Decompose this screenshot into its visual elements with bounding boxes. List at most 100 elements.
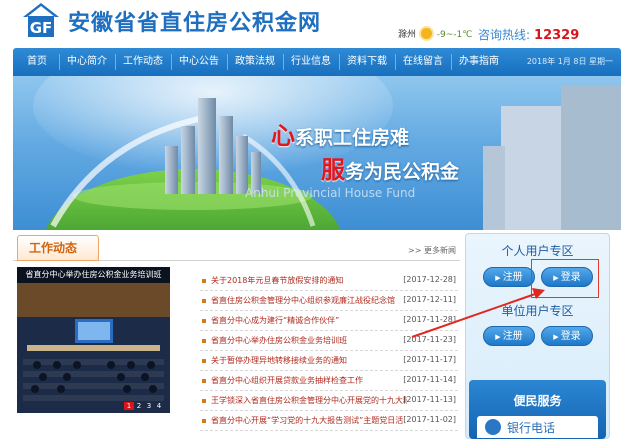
photo-page-4[interactable]: 4 xyxy=(154,402,164,410)
slogan-1-char: 心 xyxy=(271,121,295,150)
nav-item-notices[interactable]: 中心公告 xyxy=(173,48,225,76)
news-list: 关于2018年元旦春节放假安排的通知 [2017-12-28] 省直住房公积金管理… xyxy=(200,271,458,431)
news-item-title[interactable]: 省直分中心组织开展贷款业务抽样检查工作 xyxy=(211,375,407,386)
personal-zone-title: 个人用户专区 xyxy=(501,244,574,258)
nav-divider xyxy=(283,54,284,70)
bank-phone-label: 银行电话 xyxy=(507,421,556,435)
logo-icon[interactable]: GF xyxy=(22,2,60,38)
nav-item-downloads[interactable]: 资料下载 xyxy=(341,48,393,76)
arrow-right-icon: ▶ xyxy=(495,333,501,341)
weather-temp: -9~-1℃ xyxy=(436,30,473,40)
news-item[interactable]: 省直住房公积金管理分中心组织参观廉江战役纪念馆 [2017-12-11] xyxy=(200,291,458,311)
nav-item-industry[interactable]: 行业信息 xyxy=(285,48,337,76)
page: GF 安徽省省直住房公积金网 滁州 -9~-1℃ 咨询热线: 12329 首页 中… xyxy=(0,0,632,439)
bank-phone-link[interactable]: 银行电话 xyxy=(477,416,598,438)
unit-login-button[interactable]: ▶ 登录 xyxy=(541,326,593,346)
news-item[interactable]: 省直分中心组织开展贷款业务抽样检查工作 [2017-11-14] xyxy=(200,371,458,391)
news-item[interactable]: 省直分中心开展“学习党的十九大报告测试”主题党日活 [2017-11-02] xyxy=(200,411,458,431)
site-title: 安徽省省直住房公积金网 xyxy=(68,10,322,36)
bullet-icon xyxy=(202,359,206,363)
banner-artwork xyxy=(33,76,621,230)
news-section-title: 工作动态 xyxy=(29,241,78,255)
register-label: 注册 xyxy=(502,331,523,342)
news-item-title[interactable]: 关于暂停办理异地转移接续业务的通知 xyxy=(211,355,407,366)
weather-city: 滁州 xyxy=(398,30,417,40)
login-highlight-box xyxy=(531,259,599,298)
news-item-date: [2017-11-17] xyxy=(403,355,456,364)
nav-item-home[interactable]: 首页 xyxy=(17,48,57,76)
slogan-1-text: 系职工住房难 xyxy=(295,127,410,149)
news-item[interactable]: 关于暂停办理异地转移接续业务的通知 [2017-11-17] xyxy=(200,351,458,371)
phone-icon xyxy=(485,419,501,435)
nav-divider xyxy=(115,54,116,70)
nav-item-guide[interactable]: 办事指南 xyxy=(453,48,505,76)
news-item-title[interactable]: 省直分中心成为建行“精诚合作伙伴” xyxy=(211,315,407,326)
banner-slogan-2: 服务为民公积金 xyxy=(321,150,459,185)
hotline-label: 咨询热线: xyxy=(478,28,531,42)
news-item-title[interactable]: 关于2018年元旦春节放假安排的通知 xyxy=(211,275,407,286)
personal-register-button[interactable]: ▶ 注册 xyxy=(483,267,535,287)
bullet-icon xyxy=(202,419,206,423)
main-nav: 首页 中心简介 工作动态 中心公告 政策法规 行业信息 资料下载 在线留言 办事… xyxy=(13,48,621,76)
news-item-date: [2017-11-14] xyxy=(403,375,456,384)
bullet-icon xyxy=(202,339,206,343)
banner-slogan-1: 心系职工住房难 xyxy=(271,116,409,151)
photo-page-1[interactable]: 1 xyxy=(124,402,134,410)
arrow-right-icon: ▶ xyxy=(553,333,559,341)
nav-divider xyxy=(451,54,452,70)
nav-divider xyxy=(171,54,172,70)
photo-page-2[interactable]: 2 xyxy=(134,402,144,410)
bullet-icon xyxy=(202,379,206,383)
photo-page-3[interactable]: 3 xyxy=(144,402,154,410)
news-item-title[interactable]: 省直分中心开展“学习党的十九大报告测试”主题党日活 xyxy=(211,415,407,426)
unit-zone-title: 单位用户专区 xyxy=(501,304,574,318)
nav-item-messages[interactable]: 在线留言 xyxy=(397,48,449,76)
nav-item-about[interactable]: 中心简介 xyxy=(61,48,113,76)
more-news-label: 更多新闻 xyxy=(424,246,456,255)
bullet-icon xyxy=(202,299,206,303)
more-news-link[interactable]: >> 更多新闻 xyxy=(408,245,456,256)
slogan-2-char: 服 xyxy=(321,155,345,184)
conference-photo xyxy=(17,267,170,413)
weather-widget: 滁州 -9~-1℃ xyxy=(398,27,472,40)
news-item-date: [2017-11-23] xyxy=(403,335,456,344)
nav-divider xyxy=(339,54,340,70)
bullet-icon xyxy=(202,319,206,323)
news-item-date: [2017-12-11] xyxy=(403,295,456,304)
photo-pager: 1234 xyxy=(124,402,164,410)
nav-item-policies[interactable]: 政策法规 xyxy=(229,48,281,76)
bullet-icon xyxy=(202,279,206,283)
nav-divider xyxy=(395,54,396,70)
news-section-header: 工作动态 >> 更多新闻 xyxy=(13,233,460,261)
site-header: GF 安徽省省直住房公积金网 滁州 -9~-1℃ 咨询热线: 12329 xyxy=(0,0,632,46)
news-item-date: [2017-11-02] xyxy=(403,415,456,424)
arrow-right-icon: ▶ xyxy=(495,274,501,282)
news-item[interactable]: 省直分中心举办住房公积金业务培训班 [2017-11-23] xyxy=(200,331,458,351)
service-box: 便民服务 银行电话 xyxy=(469,380,606,439)
slogan-2-text: 务为民公积金 xyxy=(345,161,460,183)
news-item-title[interactable]: 王学锁深入省直住房公积金管理分中心开展党的十九大精 xyxy=(211,395,407,406)
banner-english-text: Anhui Provincial House Fund xyxy=(245,186,416,200)
login-label: 登录 xyxy=(560,331,581,342)
news-item[interactable]: 省直分中心成为建行“精诚合作伙伴” [2017-11-28] xyxy=(200,311,458,331)
news-item[interactable]: 关于2018年元旦春节放假安排的通知 [2017-12-28] xyxy=(200,271,458,291)
register-label: 注册 xyxy=(502,272,523,283)
hotline: 咨询热线: 12329 xyxy=(478,26,579,43)
nav-date: 2018年 1月 8日 星期一 xyxy=(526,57,613,66)
hotline-number: 12329 xyxy=(534,28,580,43)
news-item-date: [2017-11-13] xyxy=(403,395,456,404)
sun-icon xyxy=(420,28,432,39)
news-item-title[interactable]: 省直住房公积金管理分中心组织参观廉江战役纪念馆 xyxy=(211,295,407,306)
news-photo-slideshow[interactable]: 省直分中心举办住房公积金业务培训班 1234 xyxy=(17,267,170,413)
news-item[interactable]: 王学锁深入省直住房公积金管理分中心开展党的十九大精 [2017-11-13] xyxy=(200,391,458,411)
news-item-date: [2017-12-28] xyxy=(403,275,456,284)
photo-caption: 省直分中心举办住房公积金业务培训班 xyxy=(17,267,170,283)
nav-divider xyxy=(59,54,60,70)
nav-item-work-news[interactable]: 工作动态 xyxy=(117,48,169,76)
bullet-icon xyxy=(202,399,206,403)
service-title: 便民服务 xyxy=(513,394,562,408)
nav-divider xyxy=(227,54,228,70)
news-item-title[interactable]: 省直分中心举办住房公积金业务培训班 xyxy=(211,335,407,346)
unit-register-button[interactable]: ▶ 注册 xyxy=(483,326,535,346)
news-item-date: [2017-11-28] xyxy=(403,315,456,324)
